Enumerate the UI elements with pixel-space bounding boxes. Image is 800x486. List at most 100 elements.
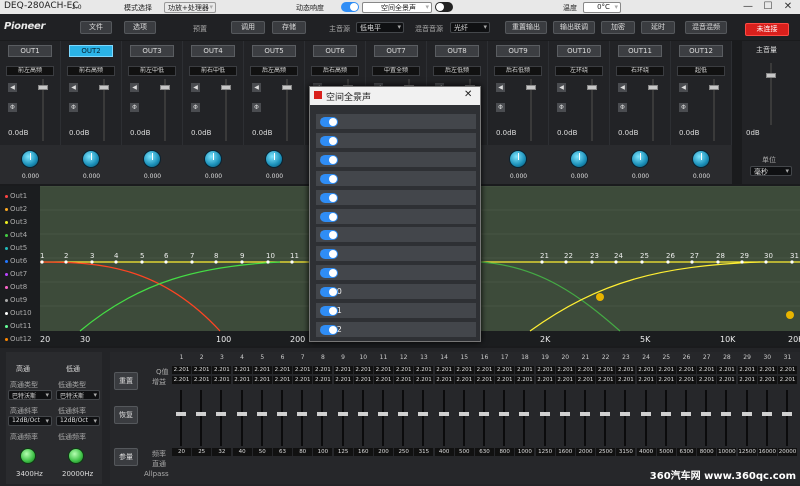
band-freq-input[interactable]: 100 xyxy=(313,448,333,456)
band-gain-input[interactable]: 2.201 xyxy=(374,376,393,384)
lp-type-select[interactable]: 巴特沃斯 xyxy=(56,390,100,400)
speaker-icon[interactable]: ◀ xyxy=(8,83,17,92)
band-gain-input[interactable]: 2.201 xyxy=(778,376,797,384)
output-button[interactable]: OUT7 xyxy=(374,45,418,57)
output-button[interactable]: OUT6 xyxy=(313,45,357,57)
band-freq-input[interactable]: 630 xyxy=(475,448,494,456)
band-freq-input[interactable]: 20 xyxy=(172,448,191,456)
band-gain-input[interactable]: 2.201 xyxy=(192,376,212,384)
band-gain-input[interactable]: 2.201 xyxy=(555,376,575,384)
band-q-input[interactable]: 2.201 xyxy=(656,366,676,374)
close-button[interactable]: ✕ xyxy=(778,0,798,14)
channel-toggle[interactable] xyxy=(320,173,338,184)
lp-slope-select[interactable]: 12dB/Oct xyxy=(56,416,100,426)
position-select[interactable]: 中置全频 xyxy=(372,66,420,76)
options-button[interactable]: 选项 xyxy=(124,21,156,34)
band-gain-input[interactable]: 2.201 xyxy=(535,376,555,384)
band-slider-knob[interactable] xyxy=(580,412,590,416)
speaker-icon[interactable]: ◀ xyxy=(496,83,505,92)
band-freq-input[interactable]: 6300 xyxy=(677,448,696,456)
loudness-toggle[interactable] xyxy=(341,2,359,12)
speaker-icon[interactable]: ◀ xyxy=(130,83,139,92)
output-button[interactable]: OUT4 xyxy=(191,45,235,57)
save-button[interactable]: 存储 xyxy=(272,21,306,34)
band-freq-input[interactable]: 10000 xyxy=(717,448,737,456)
band-freq-input[interactable]: 125 xyxy=(333,448,353,456)
band-slider-knob[interactable] xyxy=(640,412,651,416)
band-gain-input[interactable]: 2.201 xyxy=(475,376,494,384)
dialog-close-icon[interactable]: ✕ xyxy=(464,89,472,100)
position-select[interactable]: 前左中低 xyxy=(128,66,176,76)
speaker-icon[interactable]: ◀ xyxy=(679,83,688,92)
delay-button[interactable]: 延时 xyxy=(641,21,675,34)
band-freq-input[interactable]: 25 xyxy=(192,448,212,456)
band-gain-input[interactable]: 2.201 xyxy=(273,376,292,384)
band-freq-input[interactable]: 500 xyxy=(454,448,474,456)
band-slider-knob[interactable] xyxy=(438,412,449,416)
legend-item[interactable]: Out7 xyxy=(5,270,27,278)
fader-knob[interactable] xyxy=(38,85,48,90)
phase-icon[interactable]: Φ xyxy=(679,103,688,112)
band-gain-input[interactable]: 2.201 xyxy=(495,376,515,384)
position-select[interactable]: 前右中低 xyxy=(189,66,237,76)
band-gain-input[interactable]: 2.201 xyxy=(757,376,777,384)
delay-knob[interactable] xyxy=(509,150,527,168)
file-button[interactable]: 文件 xyxy=(80,21,112,34)
band-freq-input[interactable]: 315 xyxy=(414,448,434,456)
channel-toggle[interactable] xyxy=(320,324,338,335)
fader-knob[interactable] xyxy=(99,85,109,90)
band-gain-input[interactable]: 2.201 xyxy=(656,376,676,384)
band-slider-knob[interactable] xyxy=(418,412,429,416)
band-q-input[interactable]: 2.201 xyxy=(454,366,474,374)
channel-toggle[interactable] xyxy=(320,230,338,241)
phase-icon[interactable]: Φ xyxy=(191,103,200,112)
band-freq-input[interactable]: 16000 xyxy=(757,448,777,456)
output-button[interactable]: OUT3 xyxy=(130,45,174,57)
band-q-input[interactable]: 2.201 xyxy=(616,366,636,374)
band-slider-knob[interactable] xyxy=(600,412,611,416)
main-source-select[interactable]: 低电平 xyxy=(356,22,404,33)
legend-item[interactable]: Out8 xyxy=(5,283,27,291)
band-freq-input[interactable]: 800 xyxy=(495,448,515,456)
phase-icon[interactable]: Φ xyxy=(618,103,627,112)
legend-item[interactable]: Out2 xyxy=(5,205,27,213)
band-q-input[interactable]: 2.201 xyxy=(414,366,434,374)
band-gain-input[interactable]: 2.201 xyxy=(576,376,595,384)
band-freq-input[interactable]: 4000 xyxy=(636,448,656,456)
band-freq-input[interactable]: 3150 xyxy=(616,448,636,456)
band-q-input[interactable]: 2.201 xyxy=(596,366,616,374)
legend-item[interactable]: Out3 xyxy=(5,218,27,226)
fader-knob[interactable] xyxy=(160,85,170,90)
band-slider-knob[interactable] xyxy=(176,412,186,416)
band-q-input[interactable]: 2.201 xyxy=(252,366,272,374)
mode-select[interactable]: 功放+处理器 xyxy=(164,2,216,13)
band-slider-knob[interactable] xyxy=(236,412,247,416)
band-gain-input[interactable]: 2.201 xyxy=(636,376,656,384)
band-q-input[interactable]: 2.201 xyxy=(273,366,292,374)
band-slider-knob[interactable] xyxy=(681,412,691,416)
output-button[interactable]: OUT2 xyxy=(69,45,113,57)
band-freq-input[interactable]: 12500 xyxy=(737,448,757,456)
output-button[interactable]: OUT11 xyxy=(618,45,662,57)
band-slider-knob[interactable] xyxy=(741,412,752,416)
output-button[interactable]: OUT1 xyxy=(8,45,52,57)
legend-item[interactable]: Out4 xyxy=(5,231,27,239)
band-gain-input[interactable]: 2.201 xyxy=(697,376,717,384)
band-q-input[interactable]: 2.201 xyxy=(495,366,515,374)
lp-freq-knob[interactable] xyxy=(68,448,84,464)
fader-knob[interactable] xyxy=(587,85,597,90)
channel-toggle[interactable] xyxy=(320,249,338,260)
band-freq-input[interactable]: 200 xyxy=(374,448,393,456)
eq-parametric-button[interactable]: 参量 xyxy=(114,448,138,466)
band-slider-knob[interactable] xyxy=(499,412,510,416)
band-freq-input[interactable]: 2000 xyxy=(576,448,595,456)
fader-knob[interactable] xyxy=(648,85,658,90)
position-select[interactable]: 前右高频 xyxy=(67,66,115,76)
output-button[interactable]: OUT5 xyxy=(252,45,296,57)
fader-knob[interactable] xyxy=(526,85,536,90)
output-button[interactable]: OUT12 xyxy=(679,45,723,57)
band-gain-input[interactable]: 2.201 xyxy=(737,376,757,384)
band-freq-input[interactable]: 160 xyxy=(353,448,373,456)
speaker-icon[interactable]: ◀ xyxy=(191,83,200,92)
output-link-button[interactable]: 输出联调 xyxy=(553,21,595,34)
